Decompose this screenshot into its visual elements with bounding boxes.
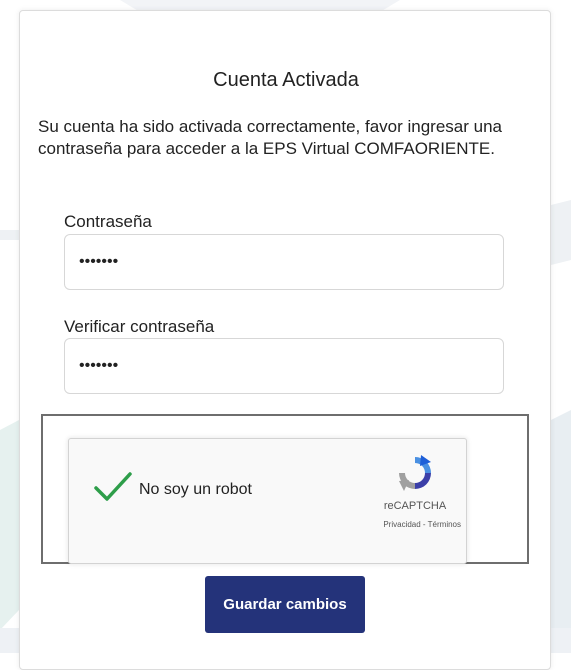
intro-text: Su cuenta ha sido activada correctamente… [38, 117, 502, 158]
activation-card: Cuenta Activada Su cuenta ha sido activa… [19, 10, 551, 670]
verify-password-field[interactable] [64, 338, 504, 394]
card-title: Cuenta Activada [213, 69, 359, 91]
recaptcha-widget[interactable]: No soy un robot reCAPTCHA Privacidad - T… [68, 438, 467, 564]
recaptcha-logo-icon [399, 455, 431, 491]
checkmark-icon[interactable] [93, 469, 133, 505]
captcha-frame: No soy un robot reCAPTCHA Privacidad - T… [41, 414, 529, 564]
recaptcha-brand: reCAPTCHA [383, 500, 447, 512]
save-changes-button[interactable]: Guardar cambios [205, 576, 365, 633]
recaptcha-label: No soy un robot [139, 481, 252, 498]
password-label: Contraseña [64, 212, 152, 231]
recaptcha-links[interactable]: Privacidad - Términos [341, 520, 461, 529]
verify-password-label: Verificar contraseña [64, 317, 215, 336]
password-field[interactable] [64, 234, 504, 290]
